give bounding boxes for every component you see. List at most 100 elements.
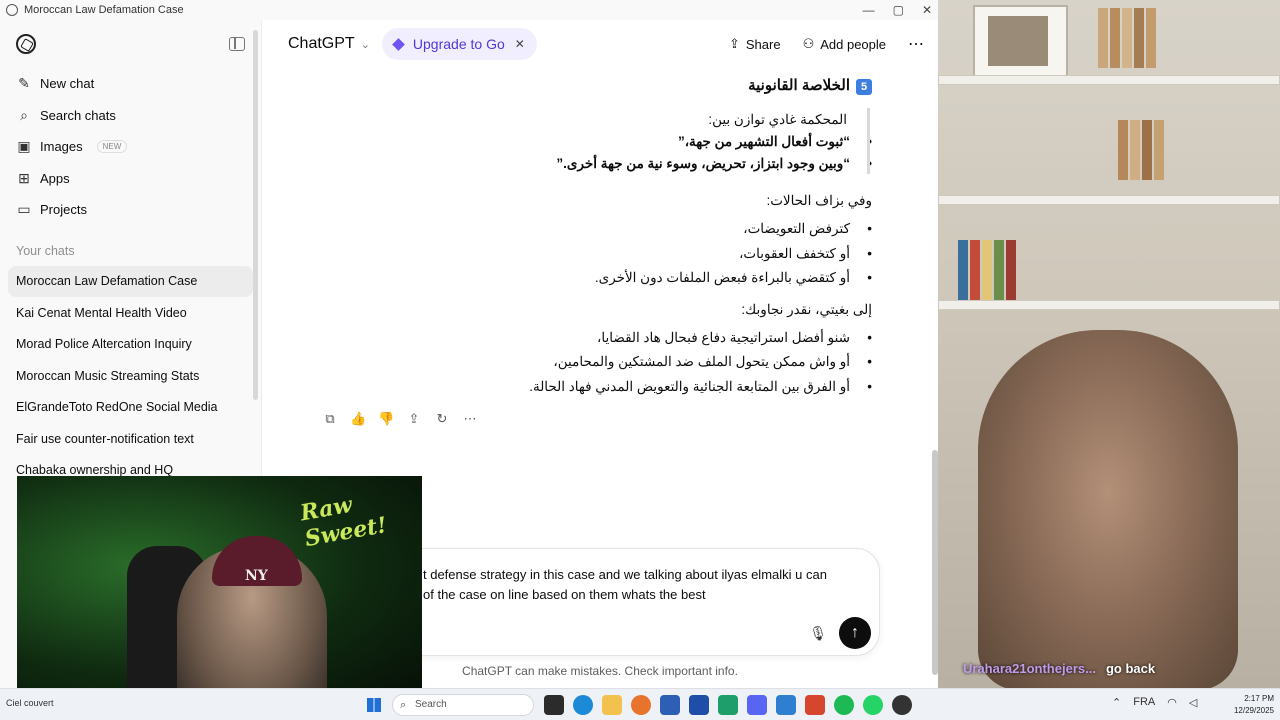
chat-username: Urahara21onthejers... bbox=[963, 661, 1096, 676]
sidebar-item-label: New chat bbox=[40, 76, 95, 92]
copy-icon[interactable]: ⧉ bbox=[322, 411, 338, 427]
quote-bar bbox=[867, 108, 870, 174]
wifi-icon[interactable]: ◠ bbox=[1167, 696, 1177, 709]
openai-logo-icon[interactable] bbox=[16, 34, 36, 54]
whatsapp-icon[interactable] bbox=[863, 695, 883, 715]
person-in-video bbox=[978, 330, 1238, 688]
sidebar-item-apps[interactable]: ⊞ Apps bbox=[0, 163, 261, 195]
prompt-input[interactable]: t defense strategy in this case and we t… bbox=[423, 565, 863, 605]
clock-time: 2:17 PM bbox=[1244, 694, 1274, 703]
file-explorer-icon[interactable] bbox=[602, 695, 622, 715]
taskbar-search[interactable]: Search bbox=[392, 694, 534, 716]
chevron-down-icon: ⌄ bbox=[360, 38, 370, 51]
chat-item[interactable]: Moroccan Music Streaming Stats bbox=[8, 360, 253, 392]
list-item: أو كتقضي بالبراءة فبعض الملفات دون الأخر… bbox=[595, 270, 872, 286]
message-actions: ⧉ 👍 👎 ⇪ ↻ ⋯ bbox=[322, 411, 478, 427]
weather-widget[interactable]: Ciel couvert bbox=[6, 698, 54, 708]
taskbar-apps bbox=[544, 695, 912, 715]
maximize-icon[interactable]: ▢ bbox=[893, 3, 904, 17]
chat-item[interactable]: ElGrandeToto RedOne Social Media bbox=[8, 392, 253, 424]
regenerate-icon[interactable]: ↻ bbox=[434, 411, 450, 427]
app-icon[interactable] bbox=[660, 695, 680, 715]
app-icon[interactable] bbox=[718, 695, 738, 715]
sidebar-item-projects[interactable]: ▭ Projects bbox=[0, 194, 261, 226]
taskbar-clock[interactable]: 2:17 PM 12/29/2025 bbox=[1218, 693, 1274, 717]
share-button[interactable]: ⇪ Share bbox=[729, 36, 781, 52]
close-icon[interactable]: ✕ bbox=[922, 3, 932, 17]
quote-bullet: “ثبوت أفعال التشهير من جهة،” bbox=[678, 134, 872, 150]
microphone-icon[interactable]: 🎙 bbox=[809, 625, 827, 642]
task-view-icon[interactable] bbox=[544, 695, 564, 715]
app-icon[interactable] bbox=[805, 695, 825, 715]
prompt-line: of the case on line based on them whats … bbox=[423, 587, 706, 602]
language-indicator[interactable]: FRA bbox=[1133, 696, 1155, 709]
section-heading: 5 الخلاصة القانونية bbox=[748, 76, 872, 95]
paragraph: إلى بغيتي، نقدر نجاوبك: bbox=[741, 302, 872, 317]
clock-date: 12/29/2025 bbox=[1233, 706, 1274, 715]
sidebar-header bbox=[0, 20, 261, 68]
apps-icon: ⊞ bbox=[18, 169, 30, 186]
chat-item[interactable]: Morad Police Altercation Inquiry bbox=[8, 329, 253, 361]
app-icon[interactable] bbox=[776, 695, 796, 715]
projects-icon: ▭ bbox=[17, 201, 31, 218]
paragraph: وفي بزاف الحالات: bbox=[766, 193, 872, 208]
windows-start-icon[interactable] bbox=[367, 698, 381, 712]
cap-logo: NY bbox=[245, 568, 268, 584]
video-feed bbox=[938, 0, 1280, 688]
chatgpt-taskbar-icon[interactable] bbox=[892, 695, 912, 715]
window-title: Moroccan Law Defamation Case bbox=[24, 4, 184, 16]
outlook-icon[interactable] bbox=[689, 695, 709, 715]
new-badge: NEW bbox=[96, 140, 128, 154]
desktop: Moroccan Law Defamation Case — ▢ ✕ ✎ New… bbox=[0, 0, 1280, 720]
list-item: كترفض التعويضات، bbox=[743, 221, 871, 237]
more-icon[interactable]: ⋯ bbox=[462, 411, 478, 427]
window-controls: — ▢ ✕ bbox=[863, 0, 932, 20]
thumbs-down-icon[interactable]: 👎 bbox=[378, 411, 394, 427]
thumbs-up-icon[interactable]: 👍 bbox=[350, 411, 366, 427]
add-people-label: Add people bbox=[820, 36, 886, 52]
quote-intro: المحكمة غادي توازن بين: bbox=[708, 112, 847, 127]
list-item: شنو أفضل استراتيجية دفاع فبحال هاد القضا… bbox=[597, 330, 872, 346]
heading-text: الخلاصة القانونية bbox=[748, 77, 850, 94]
minimize-icon[interactable]: — bbox=[863, 3, 875, 17]
window-titlebar: Moroccan Law Defamation Case — ▢ ✕ bbox=[0, 0, 938, 20]
more-options-icon[interactable]: ⋯ bbox=[908, 34, 924, 54]
chat-item[interactable]: Moroccan Law Defamation Case bbox=[8, 265, 253, 297]
dismiss-upgrade-icon[interactable]: ✕ bbox=[515, 37, 525, 51]
books bbox=[958, 240, 1016, 300]
upgrade-button[interactable]: Upgrade to Go ✕ bbox=[381, 28, 537, 60]
prompt-line: t defense strategy in this case and we t… bbox=[423, 567, 827, 582]
chat-item[interactable]: Fair use counter-notification text bbox=[8, 423, 253, 455]
edge-icon[interactable] bbox=[573, 695, 593, 715]
diamond-icon bbox=[392, 37, 405, 51]
discord-icon[interactable] bbox=[747, 695, 767, 715]
add-people-button[interactable]: ⚇ Add people bbox=[803, 36, 886, 52]
books bbox=[1098, 8, 1156, 68]
share-message-icon[interactable]: ⇪ bbox=[406, 411, 422, 427]
model-name: ChatGPT bbox=[288, 35, 355, 52]
your-chats-heading: Your chats bbox=[16, 243, 75, 258]
system-tray: ⌃ FRA ◠ ◁ bbox=[1112, 696, 1197, 709]
quote-bullet: “وبين وجود ابتزاز، تحريض، وسوء نية من جه… bbox=[556, 156, 871, 172]
sidebar-item-label: Apps bbox=[40, 170, 70, 186]
bookshelf bbox=[938, 195, 1280, 205]
sidebar-item-new-chat[interactable]: ✎ New chat bbox=[0, 68, 261, 100]
chevron-up-icon[interactable]: ⌃ bbox=[1112, 696, 1121, 709]
sidebar-item-images[interactable]: ▣ Images NEW bbox=[0, 131, 261, 163]
volume-icon[interactable]: ◁ bbox=[1189, 696, 1197, 709]
list-item: أو الفرق بين المتابعة الجنائية والتعويض … bbox=[529, 379, 872, 395]
firefox-icon[interactable] bbox=[631, 695, 651, 715]
spotify-icon[interactable] bbox=[834, 695, 854, 715]
upgrade-label: Upgrade to Go bbox=[412, 36, 505, 52]
share-label: Share bbox=[745, 36, 781, 52]
chat-item[interactable]: Kai Cenat Mental Health Video bbox=[8, 297, 253, 329]
close-sidebar-icon[interactable] bbox=[229, 37, 245, 51]
sidebar-item-search[interactable]: ⌕ Search chats bbox=[0, 100, 261, 132]
send-button[interactable]: ↑ bbox=[839, 617, 871, 649]
images-icon: ▣ bbox=[17, 138, 31, 155]
model-selector[interactable]: ChatGPT ⌄ bbox=[288, 35, 370, 53]
share-icon: ⇪ bbox=[728, 36, 740, 51]
picture-photo bbox=[988, 16, 1048, 66]
sidebar-scrollbar[interactable] bbox=[253, 30, 258, 400]
list-item: أو كتخفف العقوبات، bbox=[739, 246, 872, 262]
